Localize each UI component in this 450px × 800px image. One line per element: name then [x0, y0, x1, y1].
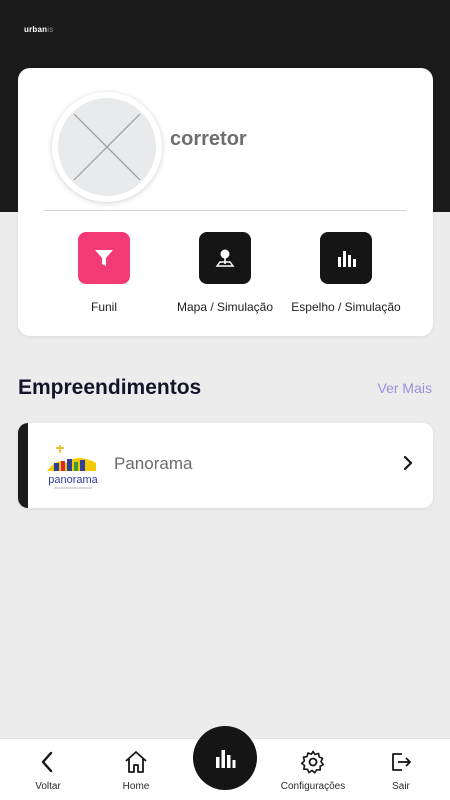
nav-logout[interactable]: Sair	[361, 749, 441, 792]
map-pin-icon	[215, 249, 235, 267]
card-accent-stripe	[18, 423, 28, 508]
bar-chart-icon	[216, 750, 236, 768]
svg-text:panorama: panorama	[48, 474, 98, 486]
developments-title: Empreendimentos	[18, 376, 202, 399]
chevron-right-icon	[403, 455, 413, 471]
action-label: Espelho / Simulação	[291, 300, 401, 314]
bar-chart-icon	[338, 251, 356, 267]
mirror-tile[interactable]	[320, 232, 372, 284]
action-map-simulation[interactable]: Mapa / Simulação	[160, 232, 290, 314]
see-more-link[interactable]: Ver Mais	[378, 380, 432, 396]
profile-card: corretor Funil Mapa / Simulação Espelho …	[18, 68, 433, 336]
nav-label: Configurações	[280, 781, 346, 792]
placeholder-image-icon	[58, 98, 156, 196]
nav-settings[interactable]: Configurações	[273, 749, 353, 792]
gear-icon	[301, 750, 324, 774]
action-funnel[interactable]: Funil	[39, 232, 169, 314]
center-dashboard-button[interactable]	[193, 726, 257, 790]
chevron-left-icon	[41, 751, 53, 773]
avatar	[52, 92, 162, 202]
action-label: Funil	[90, 300, 117, 314]
nav-back[interactable]: Voltar	[8, 749, 88, 792]
home-icon	[125, 751, 147, 773]
nav-label: Voltar	[35, 781, 61, 792]
app-logo: urbanis	[24, 25, 54, 34]
funnel-icon	[95, 250, 113, 266]
map-tile[interactable]	[199, 232, 251, 284]
nav-label: Sair	[392, 781, 410, 792]
divider	[44, 210, 407, 211]
nav-home[interactable]: Home	[96, 749, 176, 792]
action-mirror-simulation[interactable]: Espelho / Simulação	[281, 232, 411, 314]
panorama-logo-icon: panorama	[47, 445, 99, 489]
logout-icon	[392, 753, 411, 771]
development-name: Panorama	[114, 454, 193, 473]
action-label: Mapa / Simulação	[176, 300, 274, 314]
profile-username: corretor	[170, 128, 247, 150]
funnel-tile[interactable]	[78, 232, 130, 284]
nav-label: Home	[122, 781, 150, 792]
development-card[interactable]: panorama Panorama	[18, 423, 433, 508]
